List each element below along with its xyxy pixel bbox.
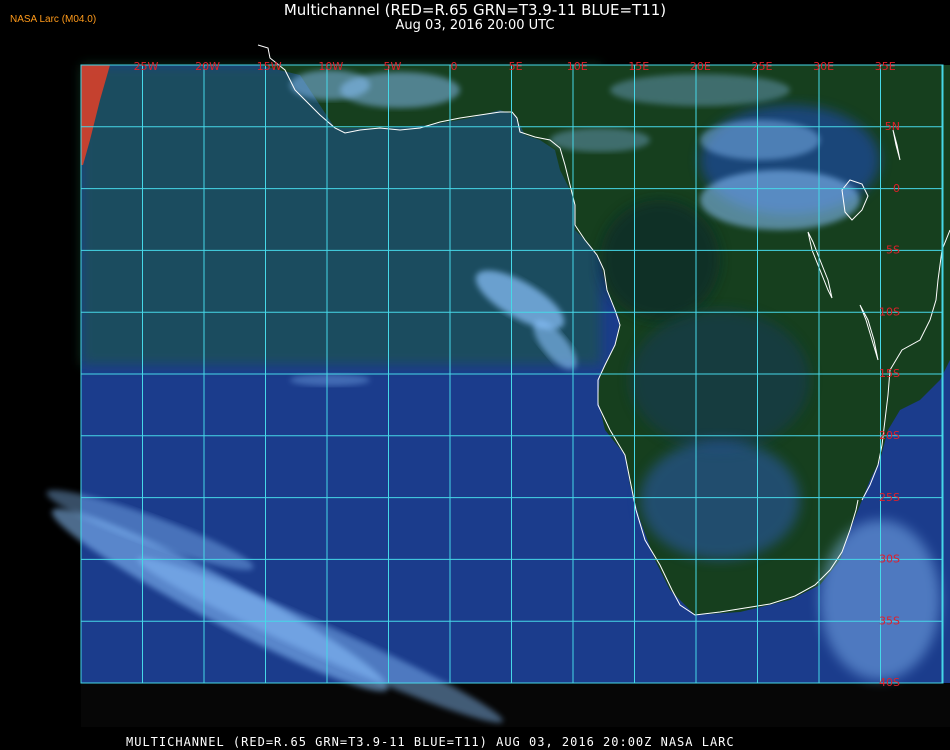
map-bottom-strip bbox=[81, 683, 950, 727]
latitude-label: 30S bbox=[879, 553, 900, 566]
latitude-label: 5S bbox=[886, 244, 900, 257]
longitude-label: 25E bbox=[752, 60, 773, 73]
land-shade bbox=[630, 310, 810, 450]
latitude-label: 25S bbox=[879, 491, 900, 504]
map-title: Multichannel (RED=R.65 GRN=T3.9-11 BLUE=… bbox=[0, 2, 950, 34]
latitude-label: 0 bbox=[893, 182, 900, 195]
satellite-map: 25W 20W 15W 10W 5W 0 5E 10E 15E 20E 25E 30E 35E 5N 0 5S… bbox=[46, 44, 950, 727]
longitude-label: 5E bbox=[509, 60, 523, 73]
latitude-label: 10S bbox=[879, 305, 900, 318]
latitude-label: 35S bbox=[879, 614, 900, 627]
footer-caption: MULTICHANNEL (RED=R.65 GRN=T3.9-11 BLUE=… bbox=[126, 735, 735, 749]
latitude-label: 5N bbox=[885, 120, 900, 133]
longitude-label: 10E bbox=[567, 60, 588, 73]
longitude-label: 30E bbox=[813, 60, 834, 73]
land-shade bbox=[640, 440, 800, 560]
longitude-label: 5W bbox=[383, 60, 401, 73]
longitude-label: 25W bbox=[134, 60, 159, 73]
longitude-label: 15W bbox=[257, 60, 282, 73]
latitude-label: 20S bbox=[879, 429, 900, 442]
longitude-label: 0 bbox=[451, 60, 458, 73]
title-line: Multichannel (RED=R.65 GRN=T3.9-11 BLUE=… bbox=[283, 1, 667, 19]
longitude-label: 35E bbox=[875, 60, 896, 73]
longitude-label: 15E bbox=[628, 60, 649, 73]
latitude-label: 15S bbox=[879, 367, 900, 380]
latitude-label: 40S bbox=[879, 676, 900, 689]
longitude-label: 10W bbox=[318, 60, 343, 73]
subtitle-line: Aug 03, 2016 20:00 UTC bbox=[395, 18, 555, 33]
longitude-label: 20E bbox=[690, 60, 711, 73]
land-shade bbox=[600, 200, 720, 320]
longitude-label: 20W bbox=[195, 60, 220, 73]
